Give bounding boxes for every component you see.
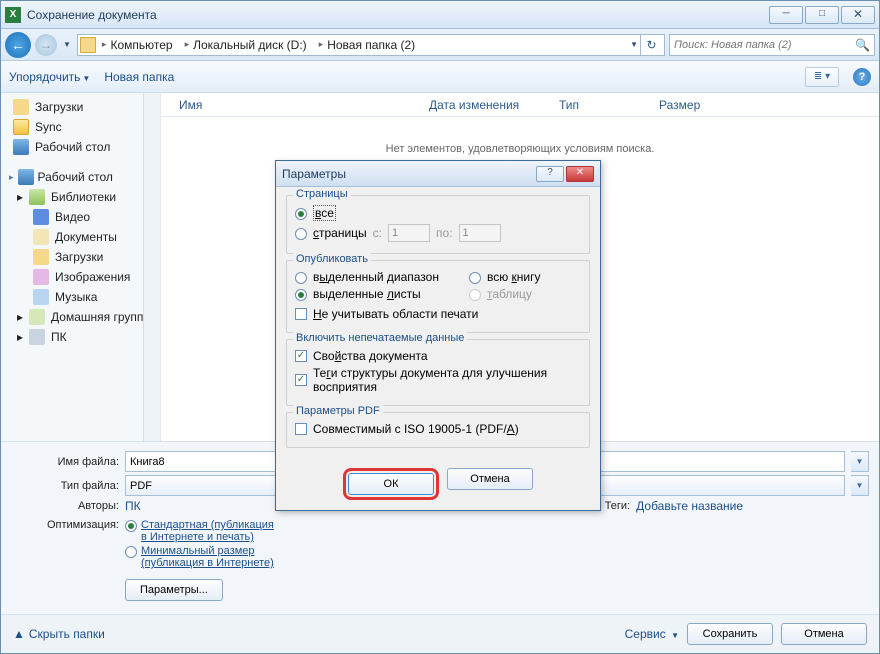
folder-icon xyxy=(80,37,96,53)
tools-menu[interactable]: Сервис ▼ xyxy=(625,627,679,641)
radio-page-range[interactable]: страницы с: 1 по: 1 xyxy=(295,224,581,242)
sidebar-item-images[interactable]: Изображения xyxy=(1,267,160,287)
modal-title: Параметры xyxy=(282,167,346,181)
authors-value[interactable]: ПК xyxy=(125,499,265,513)
minimize-button[interactable]: ─ xyxy=(769,6,803,24)
filename-dropdown[interactable]: ▼ xyxy=(851,451,869,472)
filetype-dropdown[interactable]: ▼ xyxy=(851,475,869,496)
group-pdf: Параметры PDF Совместимый с ISO 19005-1 … xyxy=(286,412,590,448)
tags-label: Теги: xyxy=(605,500,630,512)
sidebar-item-downloads[interactable]: Загрузки xyxy=(1,97,160,117)
chk-doc-props[interactable]: Свойства документа xyxy=(295,349,581,363)
group-pages: Страницы все страницы с: 1 по: 1 xyxy=(286,195,590,254)
modal-close-button[interactable]: ✕ xyxy=(566,166,594,182)
modal-ok-button[interactable]: ОК xyxy=(348,473,434,495)
excel-icon: X xyxy=(5,7,21,23)
sidebar-item-desktop-fav[interactable]: Рабочий стол xyxy=(1,137,160,157)
col-size[interactable]: Размер xyxy=(651,98,708,112)
crumb-folder[interactable]: ▸Новая папка (2) xyxy=(313,38,421,52)
sidebar-item-music[interactable]: Музыка xyxy=(1,287,160,307)
modal-titlebar: Параметры ? ✕ xyxy=(276,161,600,187)
save-button[interactable]: Сохранить xyxy=(687,623,773,645)
radio-icon xyxy=(125,520,137,532)
radio-all-pages[interactable]: все xyxy=(295,205,581,221)
chk-ignore-print[interactable]: Не учитывать области печати xyxy=(295,307,581,321)
sidebar: Загрузки Sync Рабочий стол ▸Рабочий стол… xyxy=(1,93,161,441)
sidebar-item-downloads2[interactable]: Загрузки xyxy=(1,247,160,267)
footer: ▲Скрыть папки Сервис ▼ Сохранить Отмена xyxy=(1,614,879,653)
ok-highlight-annotation: ОК xyxy=(343,468,439,500)
nav-history-dropdown[interactable]: ▼ xyxy=(63,40,71,49)
search-box[interactable]: 🔍 xyxy=(669,34,875,56)
to-spinner[interactable]: 1 xyxy=(459,224,501,242)
radio-table: таблицу xyxy=(469,287,541,301)
col-name[interactable]: Имя xyxy=(171,98,421,112)
from-spinner[interactable]: 1 xyxy=(388,224,430,242)
sidebar-item-homegroup[interactable]: ▸Домашняя групп xyxy=(1,307,160,327)
help-button[interactable]: ? xyxy=(853,68,871,86)
chk-struct-tags[interactable]: Теги структуры документа для улучшения в… xyxy=(295,366,581,394)
empty-message: Нет элементов, удовлетворяющих условиям … xyxy=(161,143,879,155)
radio-sel-range[interactable]: выделенный диапазон xyxy=(295,270,439,284)
group-publish: Опубликовать выделенный диапазон выделен… xyxy=(286,260,590,333)
sidebar-item-video[interactable]: Видео xyxy=(1,207,160,227)
search-icon[interactable]: 🔍 xyxy=(855,38,870,52)
toolbar: Упорядочить▼ Новая папка ≣ ▾ ? xyxy=(1,61,879,93)
col-type[interactable]: Тип xyxy=(551,98,651,112)
titlebar: X Сохранение документа ─ □ ✕ xyxy=(1,1,879,29)
navbar: ← → ▼ ▸Компьютер ▸Локальный диск (D:) ▸Н… xyxy=(1,29,879,61)
authors-label: Авторы: xyxy=(11,500,119,512)
column-headers[interactable]: Имя Дата изменения Тип Размер xyxy=(161,93,879,117)
parameters-button[interactable]: Параметры... xyxy=(125,579,223,601)
filename-label: Имя файла: xyxy=(11,456,119,468)
modal-cancel-button[interactable]: Отмена xyxy=(447,468,533,490)
radio-sel-sheets[interactable]: выделенные листы xyxy=(295,287,439,301)
organize-menu[interactable]: Упорядочить▼ xyxy=(9,70,90,84)
radio-icon xyxy=(125,546,137,558)
window-title: Сохранение документа xyxy=(27,8,157,22)
radio-whole-book[interactable]: всю книгу xyxy=(469,270,541,284)
opt-minimal-radio[interactable]: Минимальный размер (публикация в Интерне… xyxy=(125,545,281,569)
crumb-computer[interactable]: ▸Компьютер xyxy=(96,38,179,52)
filetype-label: Тип файла: xyxy=(11,480,119,492)
hide-folders-link[interactable]: ▲Скрыть папки xyxy=(13,627,105,641)
sidebar-scrollbar[interactable] xyxy=(143,93,160,441)
modal-help-button[interactable]: ? xyxy=(536,166,564,182)
optimization-label: Оптимизация: xyxy=(11,519,119,531)
sidebar-item-pc[interactable]: ▸ПК xyxy=(1,327,160,347)
breadcrumb[interactable]: ▸Компьютер ▸Локальный диск (D:) ▸Новая п… xyxy=(77,34,665,56)
sidebar-head-libraries[interactable]: ▸Библиотеки xyxy=(1,187,160,207)
crumb-disk[interactable]: ▸Локальный диск (D:) xyxy=(179,38,313,52)
nav-back-button[interactable]: ← xyxy=(5,32,31,58)
group-nonprint: Включить непечатаемые данные Свойства до… xyxy=(286,339,590,406)
view-mode-button[interactable]: ≣ ▾ xyxy=(805,67,839,87)
breadcrumb-dropdown[interactable]: ▼ xyxy=(630,40,638,49)
sidebar-item-sync[interactable]: Sync xyxy=(1,117,160,137)
cancel-button[interactable]: Отмена xyxy=(781,623,867,645)
new-folder-button[interactable]: Новая папка xyxy=(104,70,174,84)
parameters-dialog: Параметры ? ✕ Страницы все страницы с: 1… xyxy=(275,160,601,511)
refresh-icon[interactable]: ↻ xyxy=(640,34,662,56)
tags-value[interactable]: Добавьте название xyxy=(636,499,743,513)
sidebar-head-desktop[interactable]: ▸Рабочий стол xyxy=(1,167,160,187)
search-input[interactable] xyxy=(674,39,855,51)
sidebar-item-documents[interactable]: Документы xyxy=(1,227,160,247)
close-button[interactable]: ✕ xyxy=(841,6,875,24)
col-date[interactable]: Дата изменения xyxy=(421,98,551,112)
nav-forward-button[interactable]: → xyxy=(35,34,57,56)
chk-iso[interactable]: Совместимый с ISO 19005-1 (PDF/A) xyxy=(295,422,581,436)
opt-standard-radio[interactable]: Стандартная (публикация в Интернете и пе… xyxy=(125,519,281,543)
maximize-button[interactable]: □ xyxy=(805,6,839,24)
